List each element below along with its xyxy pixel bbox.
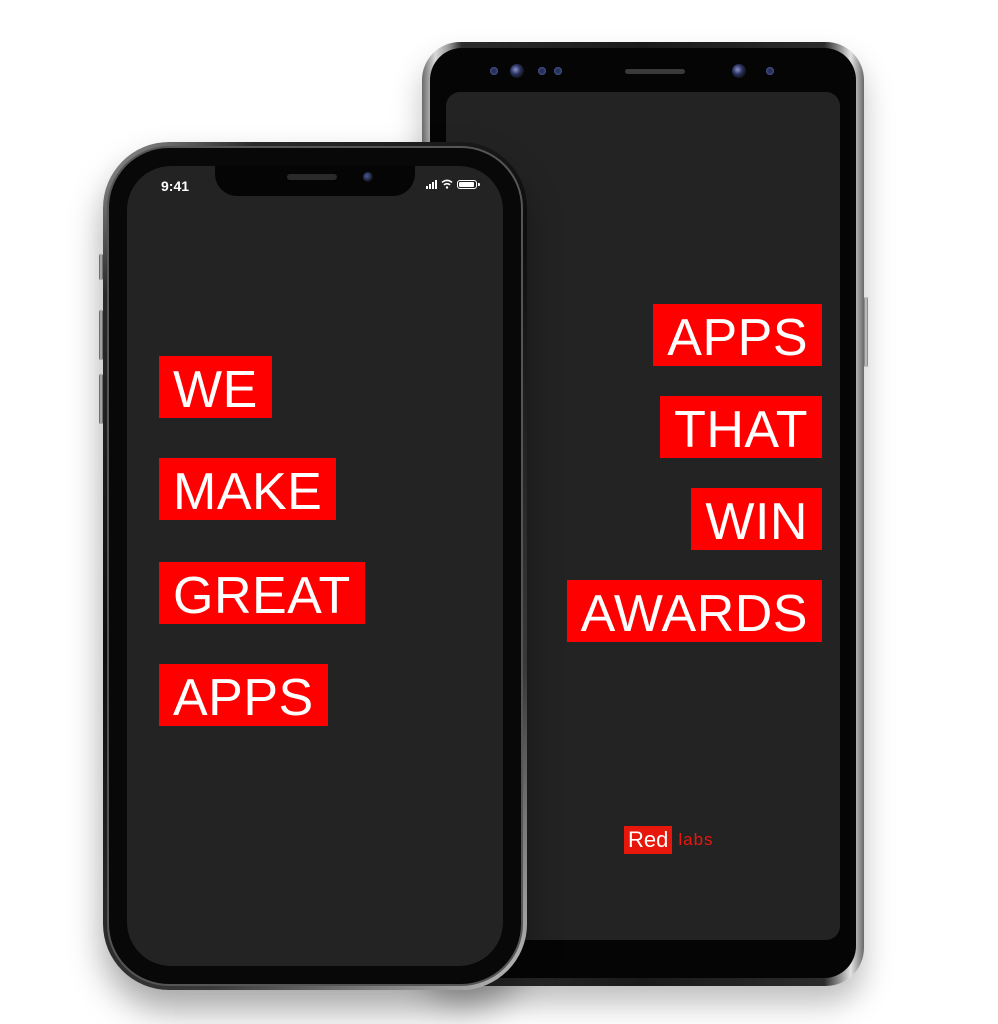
sensor-dot-icon: [490, 67, 498, 75]
iphone-volume-down-button: [99, 374, 103, 424]
iphone: 9:41 WE MAKE GREAT APPS: [99, 142, 527, 990]
android-power-button: [864, 297, 868, 367]
front-camera-icon: [732, 64, 746, 78]
battery-icon: [457, 179, 480, 189]
status-bar-icons: [426, 179, 480, 189]
iphone-volume-up-button: [99, 310, 103, 360]
logo-labs-text: labs: [678, 830, 714, 849]
android-sensor-bar: [480, 62, 806, 82]
earpiece-speaker: [287, 174, 337, 180]
status-bar-time: 9:41: [161, 178, 190, 194]
front-camera-icon: [363, 172, 373, 182]
wifi-icon: [441, 179, 453, 189]
android-headline-line-3: WIN: [691, 488, 822, 551]
logo-red-text: Red: [624, 826, 673, 854]
redlabs-logo: Red labs: [624, 826, 714, 854]
sensor-dot-icon: [538, 67, 546, 75]
iphone-headline-line-4: APPS: [159, 664, 328, 727]
android-headline-line-4: AWARDS: [566, 580, 822, 643]
iris-scanner-icon: [510, 64, 524, 78]
iphone-headline-line-1: WE: [159, 356, 272, 419]
sensor-dot-icon: [554, 67, 562, 75]
iphone-headline-line-3: GREAT: [159, 562, 365, 625]
sensor-dot-icon: [766, 67, 774, 75]
iphone-screen: 9:41 WE MAKE GREAT APPS: [127, 166, 503, 966]
android-headline-line-1: APPS: [653, 304, 822, 367]
android-headline-line-2: THAT: [660, 396, 822, 459]
earpiece-speaker: [625, 69, 685, 74]
iphone-headline-line-2: MAKE: [159, 458, 337, 521]
signal-icon: [426, 179, 437, 189]
iphone-mute-switch: [99, 254, 103, 280]
iphone-notch: [215, 166, 415, 196]
